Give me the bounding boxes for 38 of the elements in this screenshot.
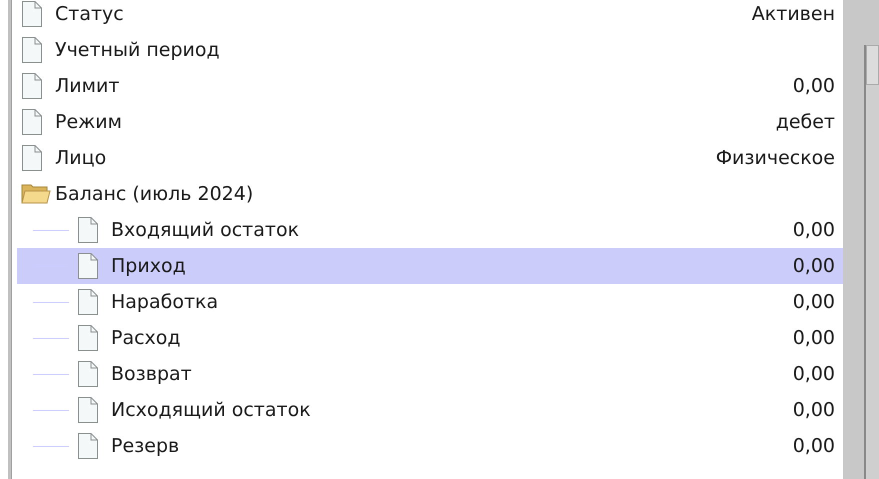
item-label: Лицо <box>55 146 106 171</box>
item-value: 0,00 <box>792 290 835 315</box>
item-value: Физическое <box>716 146 835 171</box>
item-label: Приход <box>111 254 186 279</box>
item-label: Расход <box>111 326 181 351</box>
item-label: Возврат <box>111 362 192 387</box>
document-icon <box>77 432 99 460</box>
document-icon <box>77 324 99 352</box>
document-icon <box>77 216 99 244</box>
item-label: Статус <box>55 2 124 27</box>
document-icon <box>77 396 99 424</box>
item-value: Активен <box>752 2 835 27</box>
document-icon <box>77 360 99 388</box>
scrollbar[interactable] <box>864 45 879 479</box>
tree-row[interactable]: Приход 0,00 <box>17 248 843 284</box>
item-label: Баланс (июль 2024) <box>55 182 254 207</box>
item-value: 0,00 <box>792 362 835 387</box>
item-label: Резерв <box>111 434 180 459</box>
document-icon <box>21 36 43 64</box>
item-value: 0,00 <box>792 434 835 459</box>
item-label: Лимит <box>55 74 120 99</box>
document-icon <box>77 288 99 316</box>
document-icon <box>21 0 43 28</box>
item-value: 0,00 <box>792 74 835 99</box>
item-value: дебет <box>776 110 835 135</box>
document-icon <box>77 252 99 280</box>
item-value: 0,00 <box>792 326 835 351</box>
item-label: Входящий остаток <box>111 218 300 243</box>
item-value: 0,00 <box>792 254 835 279</box>
item-value: 0,00 <box>792 218 835 243</box>
item-label: Наработка <box>111 290 218 315</box>
item-label: Учетный период <box>55 38 220 63</box>
item-label: Исходящий остаток <box>111 398 311 423</box>
item-label: Режим <box>55 110 122 135</box>
document-icon <box>21 144 43 172</box>
document-icon <box>21 108 43 136</box>
item-value: 0,00 <box>792 398 835 423</box>
document-icon <box>21 72 43 100</box>
